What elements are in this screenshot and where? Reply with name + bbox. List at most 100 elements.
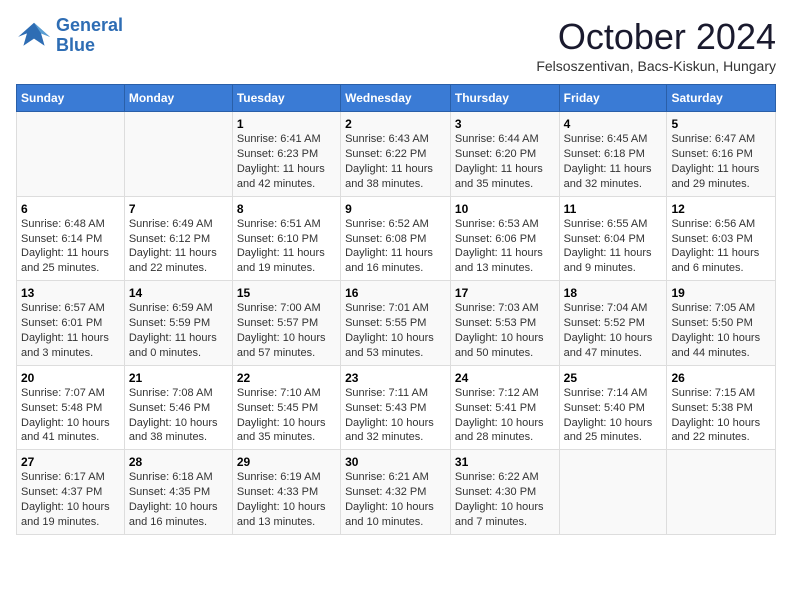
calendar-cell: 19Sunrise: 7:05 AMSunset: 5:50 PMDayligh… [667,281,776,366]
cell-info: Sunrise: 6:56 AMSunset: 6:03 PMDaylight:… [671,218,759,275]
cell-info: Sunrise: 6:49 AMSunset: 6:12 PMDaylight:… [129,218,217,275]
calendar-cell: 23Sunrise: 7:11 AMSunset: 5:43 PMDayligh… [341,365,451,450]
calendar-cell [124,112,232,197]
day-number: 4 [564,116,663,132]
day-number: 6 [21,201,120,217]
day-number: 1 [237,116,336,132]
day-number: 27 [21,454,120,470]
day-number: 16 [345,285,446,301]
cell-info: Sunrise: 6:48 AMSunset: 6:14 PMDaylight:… [21,218,109,275]
day-number: 8 [237,201,336,217]
day-number: 31 [455,454,555,470]
title-block: October 2024 Felsoszentivan, Bacs-Kiskun… [536,16,776,74]
calendar-cell: 15Sunrise: 7:00 AMSunset: 5:57 PMDayligh… [232,281,340,366]
cell-info: Sunrise: 7:14 AMSunset: 5:40 PMDaylight:… [564,387,653,444]
weekday-header-tuesday: Tuesday [232,85,340,112]
day-number: 21 [129,370,228,386]
day-number: 3 [455,116,555,132]
cell-info: Sunrise: 7:01 AMSunset: 5:55 PMDaylight:… [345,302,434,359]
day-number: 19 [671,285,771,301]
day-number: 18 [564,285,663,301]
calendar-week-5: 27Sunrise: 6:17 AMSunset: 4:37 PMDayligh… [17,450,776,535]
calendar-cell [17,112,125,197]
cell-info: Sunrise: 7:07 AMSunset: 5:48 PMDaylight:… [21,387,110,444]
calendar-cell: 26Sunrise: 7:15 AMSunset: 5:38 PMDayligh… [667,365,776,450]
cell-info: Sunrise: 6:43 AMSunset: 6:22 PMDaylight:… [345,133,433,190]
day-number: 26 [671,370,771,386]
day-number: 17 [455,285,555,301]
location: Felsoszentivan, Bacs-Kiskun, Hungary [536,58,776,74]
day-number: 9 [345,201,446,217]
calendar-cell: 13Sunrise: 6:57 AMSunset: 6:01 PMDayligh… [17,281,125,366]
day-number: 28 [129,454,228,470]
weekday-header-friday: Friday [559,85,667,112]
weekday-header-row: SundayMondayTuesdayWednesdayThursdayFrid… [17,85,776,112]
day-number: 2 [345,116,446,132]
calendar-cell: 6Sunrise: 6:48 AMSunset: 6:14 PMDaylight… [17,196,125,281]
day-number: 15 [237,285,336,301]
calendar-cell: 7Sunrise: 6:49 AMSunset: 6:12 PMDaylight… [124,196,232,281]
calendar-week-3: 13Sunrise: 6:57 AMSunset: 6:01 PMDayligh… [17,281,776,366]
calendar-cell: 9Sunrise: 6:52 AMSunset: 6:08 PMDaylight… [341,196,451,281]
calendar-cell: 20Sunrise: 7:07 AMSunset: 5:48 PMDayligh… [17,365,125,450]
cell-info: Sunrise: 6:18 AMSunset: 4:35 PMDaylight:… [129,471,218,528]
cell-info: Sunrise: 6:17 AMSunset: 4:37 PMDaylight:… [21,471,110,528]
cell-info: Sunrise: 7:10 AMSunset: 5:45 PMDaylight:… [237,387,326,444]
calendar-cell: 30Sunrise: 6:21 AMSunset: 4:32 PMDayligh… [341,450,451,535]
day-number: 10 [455,201,555,217]
cell-info: Sunrise: 6:57 AMSunset: 6:01 PMDaylight:… [21,302,109,359]
calendar-cell: 3Sunrise: 6:44 AMSunset: 6:20 PMDaylight… [450,112,559,197]
day-number: 20 [21,370,120,386]
cell-info: Sunrise: 6:44 AMSunset: 6:20 PMDaylight:… [455,133,543,190]
calendar-cell: 17Sunrise: 7:03 AMSunset: 5:53 PMDayligh… [450,281,559,366]
calendar-cell: 4Sunrise: 6:45 AMSunset: 6:18 PMDaylight… [559,112,667,197]
cell-info: Sunrise: 7:03 AMSunset: 5:53 PMDaylight:… [455,302,544,359]
calendar-week-2: 6Sunrise: 6:48 AMSunset: 6:14 PMDaylight… [17,196,776,281]
cell-info: Sunrise: 7:04 AMSunset: 5:52 PMDaylight:… [564,302,653,359]
cell-info: Sunrise: 7:15 AMSunset: 5:38 PMDaylight:… [671,387,760,444]
day-number: 12 [671,201,771,217]
cell-info: Sunrise: 6:59 AMSunset: 5:59 PMDaylight:… [129,302,217,359]
cell-info: Sunrise: 6:21 AMSunset: 4:32 PMDaylight:… [345,471,434,528]
calendar-cell: 2Sunrise: 6:43 AMSunset: 6:22 PMDaylight… [341,112,451,197]
cell-info: Sunrise: 6:55 AMSunset: 6:04 PMDaylight:… [564,218,652,275]
weekday-header-sunday: Sunday [17,85,125,112]
weekday-header-saturday: Saturday [667,85,776,112]
day-number: 23 [345,370,446,386]
day-number: 30 [345,454,446,470]
calendar-cell: 25Sunrise: 7:14 AMSunset: 5:40 PMDayligh… [559,365,667,450]
page-header: General Blue October 2024 Felsoszentivan… [16,16,776,74]
logo: General Blue [16,16,123,56]
calendar-cell: 21Sunrise: 7:08 AMSunset: 5:46 PMDayligh… [124,365,232,450]
calendar-week-1: 1Sunrise: 6:41 AMSunset: 6:23 PMDaylight… [17,112,776,197]
weekday-header-monday: Monday [124,85,232,112]
calendar-cell: 12Sunrise: 6:56 AMSunset: 6:03 PMDayligh… [667,196,776,281]
calendar-cell: 28Sunrise: 6:18 AMSunset: 4:35 PMDayligh… [124,450,232,535]
day-number: 5 [671,116,771,132]
day-number: 22 [237,370,336,386]
cell-info: Sunrise: 6:41 AMSunset: 6:23 PMDaylight:… [237,133,325,190]
calendar-cell [667,450,776,535]
calendar-table: SundayMondayTuesdayWednesdayThursdayFrid… [16,84,776,535]
day-number: 11 [564,201,663,217]
calendar-cell: 29Sunrise: 6:19 AMSunset: 4:33 PMDayligh… [232,450,340,535]
cell-info: Sunrise: 6:51 AMSunset: 6:10 PMDaylight:… [237,218,325,275]
weekday-header-thursday: Thursday [450,85,559,112]
calendar-cell: 1Sunrise: 6:41 AMSunset: 6:23 PMDaylight… [232,112,340,197]
calendar-cell: 24Sunrise: 7:12 AMSunset: 5:41 PMDayligh… [450,365,559,450]
cell-info: Sunrise: 6:53 AMSunset: 6:06 PMDaylight:… [455,218,543,275]
calendar-cell: 27Sunrise: 6:17 AMSunset: 4:37 PMDayligh… [17,450,125,535]
month-title: October 2024 [536,16,776,58]
cell-info: Sunrise: 6:19 AMSunset: 4:33 PMDaylight:… [237,471,326,528]
cell-info: Sunrise: 7:05 AMSunset: 5:50 PMDaylight:… [671,302,760,359]
cell-info: Sunrise: 7:11 AMSunset: 5:43 PMDaylight:… [345,387,434,444]
cell-info: Sunrise: 7:00 AMSunset: 5:57 PMDaylight:… [237,302,326,359]
calendar-cell: 18Sunrise: 7:04 AMSunset: 5:52 PMDayligh… [559,281,667,366]
cell-info: Sunrise: 7:08 AMSunset: 5:46 PMDaylight:… [129,387,218,444]
cell-info: Sunrise: 6:22 AMSunset: 4:30 PMDaylight:… [455,471,544,528]
logo-icon [16,21,52,51]
cell-info: Sunrise: 6:52 AMSunset: 6:08 PMDaylight:… [345,218,433,275]
calendar-cell: 14Sunrise: 6:59 AMSunset: 5:59 PMDayligh… [124,281,232,366]
logo-text: General Blue [56,16,123,56]
cell-info: Sunrise: 6:45 AMSunset: 6:18 PMDaylight:… [564,133,652,190]
